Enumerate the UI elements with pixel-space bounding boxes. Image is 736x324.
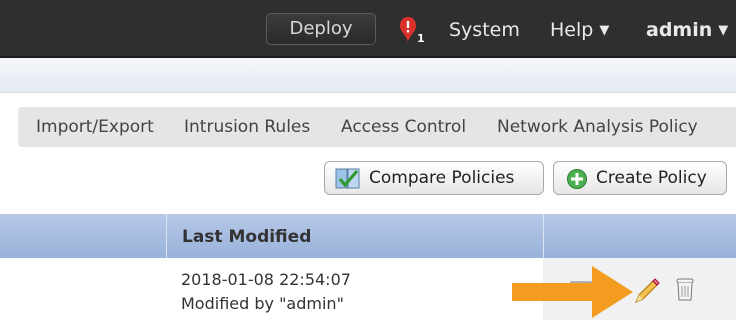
top-header: Deploy 1 System Help ▼ admin ▼	[0, 0, 736, 58]
table-header: Last Modified	[0, 214, 736, 258]
add-circle-icon	[566, 168, 588, 201]
nav-help-label: Help	[550, 19, 594, 41]
annotation-arrow-icon	[510, 264, 635, 324]
subnav-intrusion-rules[interactable]: Intrusion Rules	[184, 117, 310, 137]
compare-policies-label: Compare Policies	[369, 168, 515, 188]
nav-user-menu[interactable]: admin ▼	[646, 17, 728, 46]
subnav-access-control[interactable]: Access Control	[341, 117, 466, 137]
create-policy-label: Create Policy	[596, 168, 707, 188]
column-divider	[543, 214, 544, 258]
chevron-down-icon: ▼	[718, 23, 729, 38]
chevron-down-icon: ▼	[599, 23, 610, 38]
subnav-import-export[interactable]: Import/Export	[36, 117, 154, 137]
compare-policies-button[interactable]: Compare Policies	[324, 161, 544, 195]
create-policy-button[interactable]: Create Policy	[553, 161, 727, 195]
nav-system[interactable]: System	[449, 17, 520, 43]
column-header-last-modified[interactable]: Last Modified	[182, 227, 311, 247]
user-name: admin	[646, 19, 713, 41]
nav-help[interactable]: Help ▼	[550, 17, 609, 46]
edit-pencil-icon[interactable]	[632, 276, 662, 310]
policy-subnav: Import/Export Intrusion Rules Access Con…	[18, 107, 736, 147]
alert-count: 1	[417, 32, 425, 45]
subnav-network-analysis-policy[interactable]: Network Analysis Policy	[497, 117, 698, 137]
deploy-button[interactable]: Deploy	[266, 13, 376, 45]
modified-by: Modified by "admin"	[181, 294, 344, 313]
delete-trash-icon[interactable]	[675, 277, 695, 307]
last-modified-date: 2018-01-08 22:54:07	[181, 270, 351, 289]
column-divider	[166, 214, 167, 258]
compare-icon	[335, 168, 361, 201]
alert-icon[interactable]: 1	[398, 15, 426, 47]
secondary-bar	[0, 58, 736, 93]
